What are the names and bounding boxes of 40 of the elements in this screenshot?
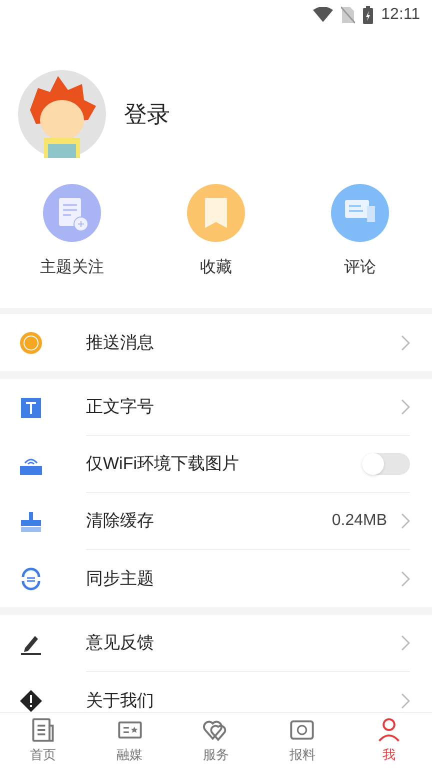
brush-icon <box>19 510 43 534</box>
chevron-right-icon <box>401 513 410 529</box>
row-label: 同步主题 <box>86 568 155 590</box>
sync-icon <box>19 566 43 590</box>
settings-row[interactable]: 推送消息 <box>0 314 432 371</box>
row-label: 正文字号 <box>86 396 155 418</box>
nav-tab[interactable]: 服务 <box>172 713 260 768</box>
row-label: 仅WiFi环境下载图片 <box>86 453 240 476</box>
settings-row[interactable]: 正文字号 <box>0 379 432 436</box>
chevron-right-icon <box>401 635 410 651</box>
login-link[interactable]: 登录 <box>124 96 170 132</box>
chevron-right-icon <box>401 334 410 350</box>
settings-row[interactable]: 清除缓存 0.24MB <box>0 493 432 550</box>
quick-action-button[interactable]: 主题关注 <box>0 184 144 280</box>
row-label: 关于我们 <box>86 690 155 712</box>
quick-action-button[interactable]: 评论 <box>288 184 432 280</box>
no-sim-icon <box>341 6 356 24</box>
chevron-right-icon <box>401 692 410 708</box>
person-icon <box>376 716 402 743</box>
row-label: 推送消息 <box>86 332 155 354</box>
wifi-toggle[interactable] <box>362 453 410 475</box>
row-label: 意见反馈 <box>86 632 155 654</box>
nav-tab[interactable]: 报料 <box>259 713 346 768</box>
settings-row[interactable]: 意见反馈 <box>0 615 432 672</box>
chevron-right-icon <box>401 399 410 415</box>
quick-action-button[interactable]: 收藏 <box>144 184 288 280</box>
wifi-icon <box>313 7 334 23</box>
cache-size: 0.24MB <box>332 511 387 531</box>
battery-icon <box>363 6 374 24</box>
nav-tab[interactable]: 我 <box>346 713 432 768</box>
nav-tab[interactable]: 融媒 <box>86 713 173 768</box>
settings-row[interactable]: 关于我们 <box>0 672 432 712</box>
chevron-right-icon <box>401 570 410 586</box>
newspaper-icon <box>30 716 56 743</box>
settings-row[interactable]: 仅WiFi环境下载图片 <box>0 436 432 493</box>
clock-time: 12:11 <box>381 5 420 25</box>
row-label: 清除缓存 <box>86 510 155 532</box>
settings-row[interactable]: 同步主题 <box>0 550 432 607</box>
nav-tab[interactable]: 首页 <box>0 713 86 768</box>
text-size-icon <box>19 396 43 420</box>
